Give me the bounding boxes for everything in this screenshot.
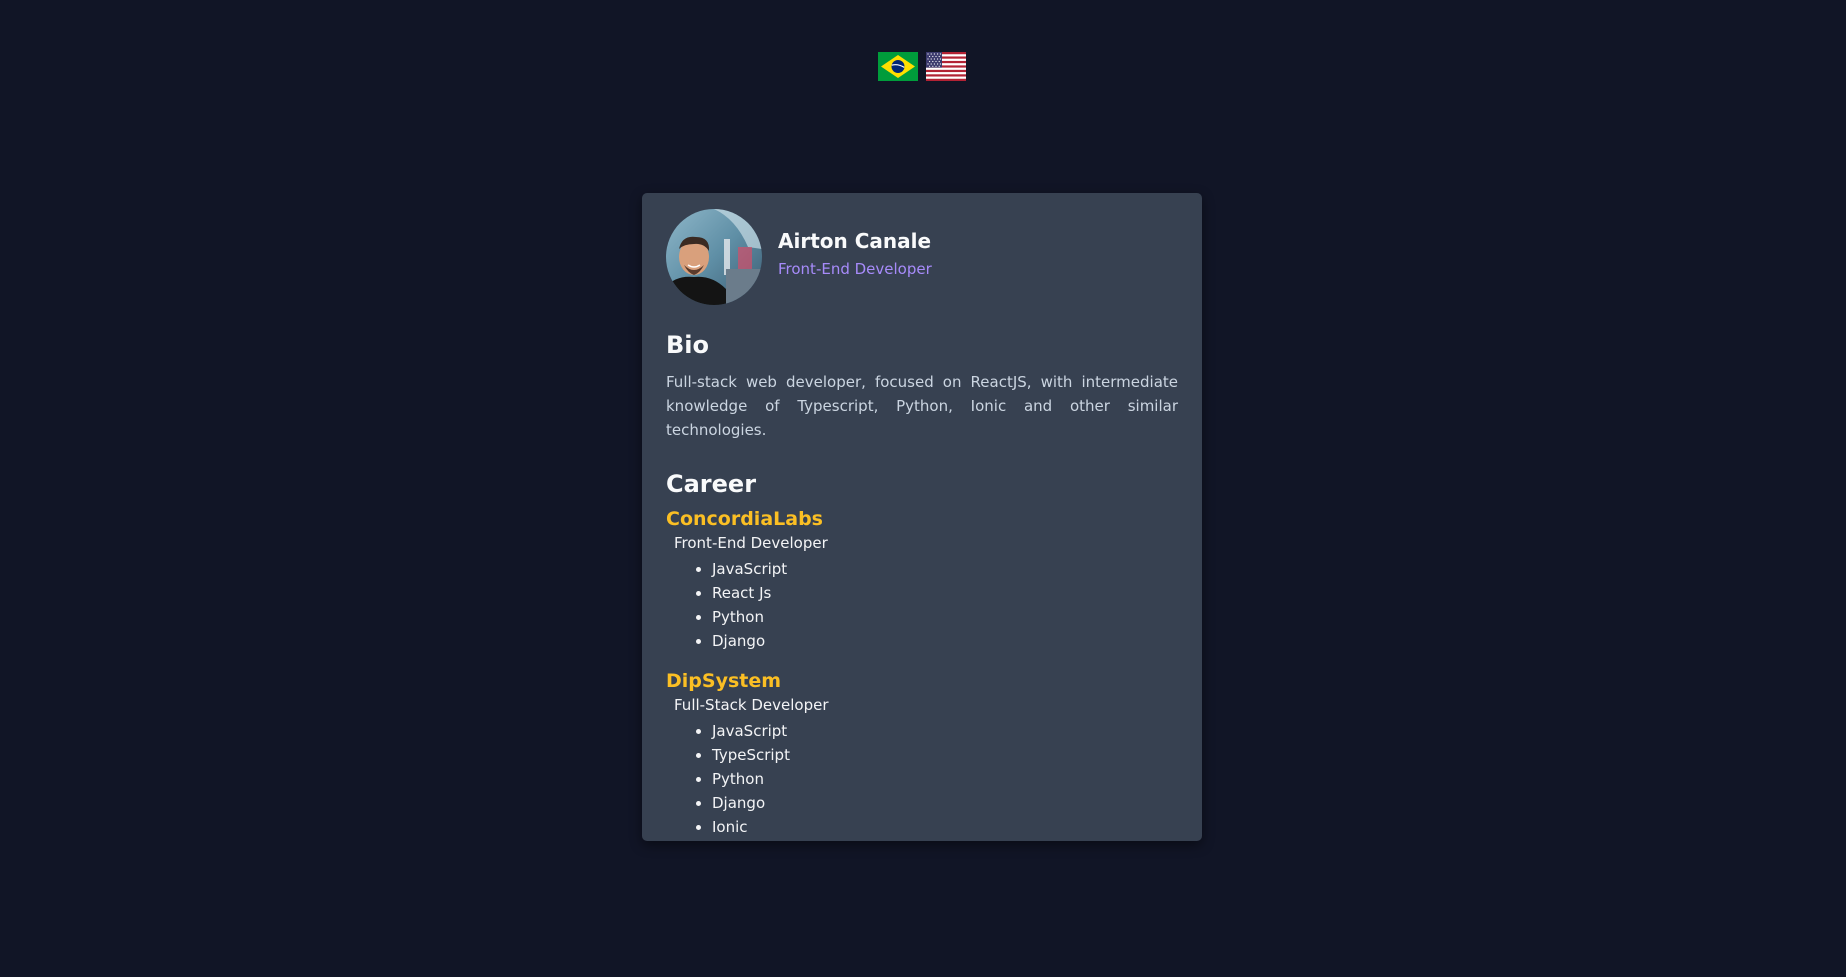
skill-item: JavaScript (712, 557, 1178, 581)
profile-identity: Airton Canale Front-End Developer (778, 228, 932, 279)
skills-list: JavaScript TypeScript Python Django Ioni… (666, 719, 1178, 839)
profile-header: Airton Canale Front-End Developer (666, 209, 1178, 305)
skill-item: Ionic (712, 815, 1178, 839)
avatar (666, 209, 762, 305)
profile-name: Airton Canale (778, 228, 932, 253)
bio-title: Bio (666, 331, 710, 359)
company-name: DipSystem (666, 670, 782, 692)
skill-item: Django (712, 629, 1178, 653)
usa-flag-icon[interactable] (926, 52, 966, 81)
language-switcher (878, 52, 966, 81)
bio-text: Full-stack web developer, focused on Rea… (666, 373, 1178, 439)
profile-photo-icon (666, 209, 762, 305)
job-role: Full-Stack Developer (674, 696, 829, 714)
skills-list: JavaScript React Js Python Django (666, 557, 1178, 653)
career-title: Career (666, 470, 757, 498)
skill-item: JavaScript (712, 719, 1178, 743)
skill-item: Django (712, 791, 1178, 815)
company-name: ConcordiaLabs (666, 508, 823, 530)
profile-card: Airton Canale Front-End Developer Bio Fu… (642, 193, 1202, 841)
skill-item: Python (712, 767, 1178, 791)
brazil-flag-icon[interactable] (878, 52, 918, 81)
job-entry: ConcordiaLabs Front-End Developer JavaSc… (666, 507, 1178, 653)
skill-item: React Js (712, 581, 1178, 605)
job-entry: DipSystem Full-Stack Developer JavaScrip… (666, 669, 1178, 839)
skill-item: Python (712, 605, 1178, 629)
job-role: Front-End Developer (674, 534, 828, 552)
skill-item: TypeScript (712, 743, 1178, 767)
profile-role: Front-End Developer (778, 259, 932, 278)
